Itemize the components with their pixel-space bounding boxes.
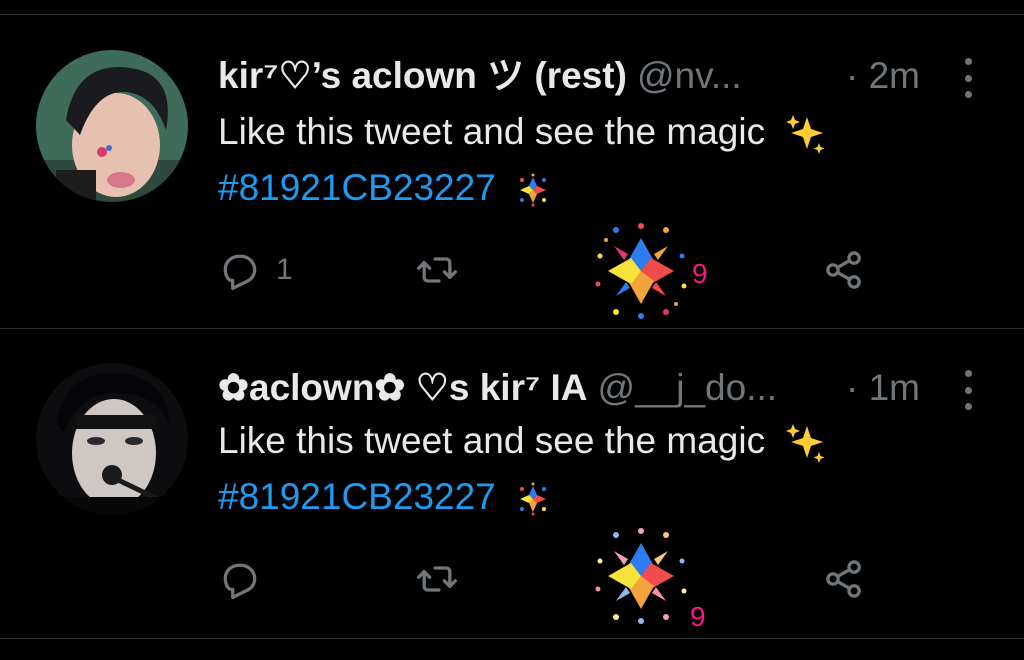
reply-button[interactable]: 1 <box>218 230 293 310</box>
tweet-actions: 1 9 <box>0 223 1024 319</box>
user-handle[interactable]: @nv... <box>637 55 742 96</box>
retweet-button[interactable] <box>414 230 460 310</box>
display-name[interactable]: kir⁷♡’s aclown ツ (rest) <box>218 55 627 96</box>
hashtag-link[interactable]: #81921CB23227 <box>218 476 496 517</box>
like-count: 9 <box>690 601 706 632</box>
reply-button[interactable] <box>218 539 276 619</box>
retweet-button[interactable] <box>414 539 460 619</box>
avatar-photo <box>36 363 188 515</box>
reply-icon <box>223 563 257 599</box>
share-button[interactable] <box>822 230 866 310</box>
more-icon[interactable] <box>950 58 986 98</box>
bottom-divider <box>0 638 1024 639</box>
tweet-header: kir⁷♡’s aclown ツ (rest) @nv... · 2m <box>218 50 968 102</box>
sparkles-emoji <box>786 115 825 155</box>
tweet[interactable]: kir⁷♡’s aclown ツ (rest) @nv... · 2m Like … <box>0 0 1024 328</box>
tweet-text: Like this tweet and see the magic <box>218 106 958 158</box>
avatar-photo <box>36 50 188 202</box>
tweet-hashtag-line: #81921CB23227 <box>218 471 958 523</box>
sparkles-emoji <box>786 424 825 464</box>
hashflag-icon <box>520 482 547 516</box>
tweet-header: ✿aclown✿ ♡s kir⁷ IA @__j_do... · 1m <box>218 362 968 414</box>
tweet-text: Like this tweet and see the magic <box>218 415 958 467</box>
timestamp[interactable]: · 1m <box>846 362 920 414</box>
retweet-icon <box>417 257 457 283</box>
timestamp[interactable]: · 2m <box>846 50 920 102</box>
avatar[interactable] <box>36 50 188 202</box>
share-icon <box>826 251 861 289</box>
reply-icon <box>223 254 257 290</box>
tweet-text-line: Like this tweet and see the magic <box>218 420 766 461</box>
like-button[interactable]: 9 <box>586 216 708 326</box>
tweet-text-line: Like this tweet and see the magic <box>218 111 766 152</box>
tweet-actions: 9 <box>0 528 1024 632</box>
reply-count: 1 <box>276 253 293 286</box>
like-count: 9 <box>692 258 708 289</box>
avatar[interactable] <box>36 363 188 515</box>
tweet-hashtag-line: #81921CB23227 <box>218 162 958 214</box>
tweet[interactable]: ✿aclown✿ ♡s kir⁷ IA @__j_do... · 1m Like … <box>0 329 1024 639</box>
share-button[interactable] <box>822 539 866 619</box>
custom-hashflag-like-icon <box>595 223 687 319</box>
share-icon <box>826 560 861 598</box>
like-button[interactable]: 9 <box>586 521 706 632</box>
more-icon[interactable] <box>950 370 986 410</box>
hashtag-link[interactable]: #81921CB23227 <box>218 167 496 208</box>
display-name[interactable]: ✿aclown✿ ♡s kir⁷ IA <box>218 367 588 408</box>
user-handle[interactable]: @__j_do... <box>598 367 778 408</box>
retweet-icon <box>417 566 457 592</box>
hashflag-icon <box>520 173 547 207</box>
custom-hashflag-like-icon <box>595 528 687 624</box>
